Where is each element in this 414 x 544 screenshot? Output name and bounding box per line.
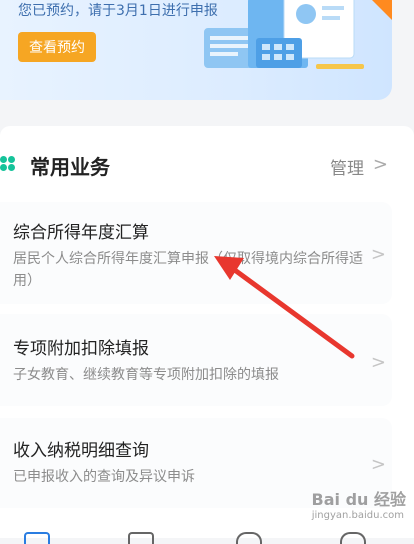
- chevron-right-icon: >: [370, 454, 386, 475]
- common-services-card: 常用业务 管理 > 综合所得年度汇算 居民个人综合所得年度汇算申报（仅取得境内综…: [0, 126, 414, 538]
- heart-tab-icon[interactable]: [236, 532, 262, 544]
- view-appointment-button[interactable]: 查看预约: [18, 32, 96, 62]
- watermark: Bai du 经验: [311, 490, 406, 509]
- bottom-tab-bar: [0, 522, 414, 544]
- service-item-desc: 已申报收入的查询及异议申诉: [13, 469, 195, 485]
- service-item-desc: 子女教育、继续教育等专项附加扣除的填报: [13, 367, 279, 383]
- appointment-banner: 您已预约，请于3月1日进行申报 查看预约: [0, 0, 392, 100]
- manage-link[interactable]: 管理: [330, 154, 364, 179]
- watermark-url: jingyan.baidu.com: [311, 510, 404, 521]
- chevron-right-icon: >: [370, 244, 386, 265]
- home-tab-icon[interactable]: [24, 532, 50, 544]
- apps-icon: [0, 156, 16, 172]
- service-tab-icon[interactable]: [128, 532, 154, 544]
- service-item-title: 专项附加扣除填报: [13, 339, 149, 359]
- corner-accent: [352, 0, 392, 20]
- service-item-annual-reconciliation[interactable]: 综合所得年度汇算 居民个人综合所得年度汇算申报（仅取得境内综合所得适用） >: [0, 202, 392, 304]
- chevron-right-icon: >: [370, 352, 386, 373]
- service-item-desc: 居民个人综合所得年度汇算申报（仅取得境内综合所得适用）: [13, 251, 363, 289]
- appointment-text: 您已预约，请于3月1日进行申报: [18, 3, 218, 19]
- service-item-title: 收入纳税明细查询: [13, 441, 149, 461]
- service-item-special-deduction[interactable]: 专项附加扣除填报 子女教育、继续教育等专项附加扣除的填报 >: [0, 314, 392, 406]
- user-tab-icon[interactable]: [340, 532, 366, 544]
- section-title: 常用业务: [30, 155, 110, 179]
- chevron-right-icon[interactable]: >: [373, 154, 388, 175]
- service-item-title: 综合所得年度汇算: [13, 223, 149, 243]
